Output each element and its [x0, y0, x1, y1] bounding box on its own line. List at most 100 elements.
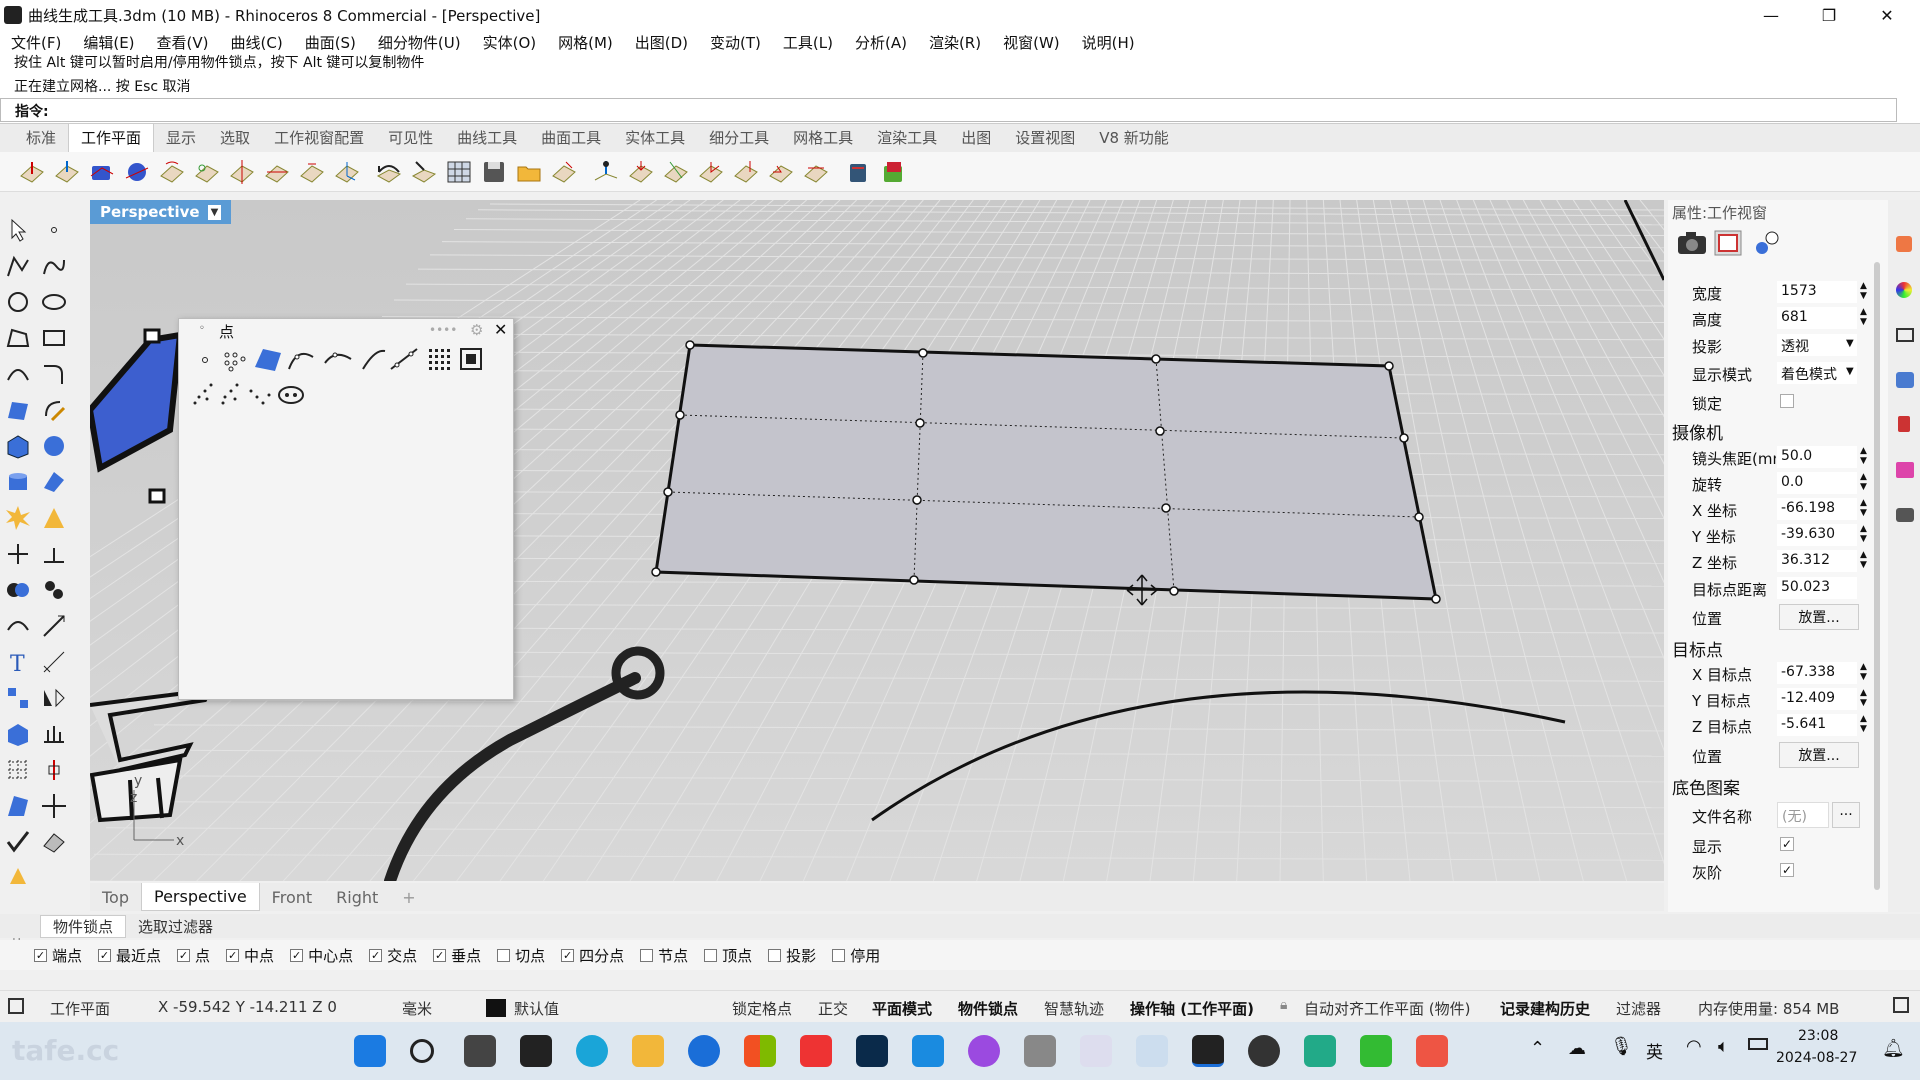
- sweep-icon[interactable]: [40, 828, 68, 856]
- undo-cplane-icon[interactable]: [375, 158, 403, 186]
- cplane-view-icon[interactable]: [298, 158, 326, 186]
- clock-date[interactable]: 2024-08-27: [1776, 1050, 1857, 1066]
- prop-rotate-field[interactable]: 0.0: [1777, 472, 1857, 494]
- clock-time[interactable]: 23:08: [1798, 1028, 1838, 1044]
- tab-v8-new[interactable]: V8 新功能: [1087, 127, 1181, 152]
- cplane-camera-icon[interactable]: [592, 158, 620, 186]
- wifi-icon[interactable]: ◠: [1686, 1036, 1702, 1057]
- osnap-11[interactable]: 投影: [768, 945, 816, 966]
- blender-icon[interactable]: [1248, 1035, 1280, 1067]
- osnap-checkbox[interactable]: [768, 948, 782, 962]
- search-icon[interactable]: [410, 1039, 434, 1063]
- tab-render-tools[interactable]: 渲染工具: [865, 127, 949, 152]
- menu-viewport[interactable]: 视窗(W): [992, 32, 1071, 53]
- cplane-zaxis-icon[interactable]: [263, 158, 291, 186]
- named-cplanes-icon[interactable]: [844, 158, 872, 186]
- prop-camera-x-field[interactable]: -66.198: [1777, 498, 1857, 520]
- browse-file-button[interactable]: ...: [1832, 802, 1860, 828]
- properties-scrollbar[interactable]: [1874, 262, 1880, 890]
- panel-grip-icon[interactable]: ••••: [429, 323, 457, 337]
- lens-spinner-icon[interactable]: ▲ ▼: [1860, 446, 1867, 466]
- arc-icon[interactable]: [4, 360, 32, 388]
- photoshop-icon[interactable]: [856, 1035, 888, 1067]
- textures-panel-icon[interactable]: [1896, 462, 1914, 478]
- transform-icon[interactable]: [40, 792, 68, 820]
- sphere-icon[interactable]: [40, 432, 68, 460]
- prop-target-distance-field[interactable]: 50.023: [1777, 577, 1857, 599]
- add-viewport-tab-icon[interactable]: +: [390, 888, 427, 907]
- viewport-tab-right[interactable]: Right: [324, 888, 390, 907]
- prop-filename-field[interactable]: (无): [1777, 802, 1829, 828]
- prop-projection-select[interactable]: 透视: [1777, 334, 1857, 356]
- menu-transform[interactable]: 变动(T): [699, 32, 772, 53]
- menu-subd[interactable]: 细分物件(U): [367, 32, 472, 53]
- cloud-sync-icon[interactable]: ☁: [1568, 1038, 1586, 1059]
- prop-lock-checkbox[interactable]: [1780, 394, 1794, 408]
- cplane-top-icon[interactable]: [627, 158, 655, 186]
- target-z-spinner-icon[interactable]: ▲ ▼: [1860, 714, 1867, 734]
- closest-point-icon[interactable]: [362, 349, 386, 370]
- curve-points-icon[interactable]: [324, 352, 352, 364]
- osnap-checkbox[interactable]: [704, 948, 718, 962]
- battery-icon[interactable]: [1748, 1038, 1768, 1050]
- tab-visibility[interactable]: 可见性: [376, 127, 445, 152]
- tab-object-snap[interactable]: 物件锁点: [40, 914, 127, 938]
- menu-curve[interactable]: 曲线(C): [220, 32, 294, 53]
- status-layer[interactable]: 默认值: [514, 998, 559, 1019]
- camera-place-button[interactable]: 放置...: [1779, 604, 1859, 630]
- select-arrow-icon[interactable]: [4, 216, 32, 244]
- osnap-checkbox[interactable]: ✓: [561, 948, 575, 962]
- osnap-checkbox[interactable]: ✓: [433, 948, 447, 962]
- explode-icon[interactable]: [4, 504, 32, 532]
- osnap-1[interactable]: ✓ 最近点: [98, 945, 161, 966]
- sail-app-icon[interactable]: [1024, 1035, 1056, 1067]
- osnap-9[interactable]: 节点: [640, 945, 688, 966]
- panel-toggle-icon[interactable]: [8, 998, 24, 1014]
- display-chevron-icon[interactable]: ▼: [1846, 366, 1854, 377]
- drape-points-icon[interactable]: [193, 383, 213, 405]
- osnap-checkbox[interactable]: ✓: [177, 948, 191, 962]
- rotate-icon[interactable]: [4, 612, 32, 640]
- lights-panel-icon[interactable]: [1898, 416, 1910, 432]
- rotate-spinner-icon[interactable]: ▲ ▼: [1860, 472, 1867, 492]
- point-grid-icon[interactable]: [4, 756, 32, 784]
- status-ortho[interactable]: 正交: [818, 998, 848, 1019]
- xmind-icon[interactable]: [800, 1035, 832, 1067]
- status-history[interactable]: 记录建构历史: [1500, 998, 1590, 1019]
- status-cplane[interactable]: 工作平面: [50, 998, 110, 1019]
- osnap-checkbox[interactable]: ✓: [226, 948, 240, 962]
- panel-close-icon[interactable]: ✕: [494, 320, 507, 339]
- osnap-8[interactable]: ✓ 四分点: [561, 945, 624, 966]
- viewport-properties-icon[interactable]: [1714, 230, 1742, 256]
- browser-c-icon[interactable]: [688, 1035, 720, 1067]
- osnap-10[interactable]: 顶点: [704, 945, 752, 966]
- analyze-icon[interactable]: [4, 792, 32, 820]
- camera-y-spinner-icon[interactable]: ▲ ▼: [1860, 524, 1867, 544]
- rhino-active-icon[interactable]: [1192, 1035, 1224, 1067]
- mirror-icon[interactable]: [40, 684, 68, 712]
- prop-gray-checkbox[interactable]: ✓: [1780, 863, 1794, 877]
- start-button-icon[interactable]: [354, 1035, 386, 1067]
- block-icon[interactable]: [4, 720, 32, 748]
- cylinder-icon[interactable]: [4, 468, 32, 496]
- status-planar[interactable]: 平面模式: [872, 998, 932, 1019]
- tab-select[interactable]: 选取: [208, 127, 262, 152]
- tab-drafting[interactable]: 出图: [949, 127, 1003, 152]
- notifications-bell-icon[interactable]: 🔔︎: [1882, 1038, 1905, 1059]
- tab-selection-filter[interactable]: 选取过滤器: [126, 916, 225, 937]
- osnap-5[interactable]: ✓ 交点: [369, 945, 417, 966]
- cplane-right-icon[interactable]: [697, 158, 725, 186]
- menu-solid[interactable]: 实体(O): [472, 32, 548, 53]
- point-deviation-icon[interactable]: [278, 386, 304, 404]
- recording-app-icon[interactable]: [1416, 1035, 1448, 1067]
- ellipse-icon[interactable]: [40, 288, 68, 316]
- panel-settings-gear-icon[interactable]: ⚙: [470, 321, 483, 339]
- reduce-points-icon[interactable]: [249, 389, 271, 405]
- render-settings-icon[interactable]: [1754, 230, 1782, 256]
- status-gumball[interactable]: 操作轴 (工作平面): [1130, 998, 1254, 1019]
- menu-render[interactable]: 渲染(R): [918, 32, 992, 53]
- cplane-world-icon[interactable]: [333, 158, 361, 186]
- viewport-tab-front[interactable]: Front: [260, 888, 324, 907]
- text-icon[interactable]: T: [4, 648, 32, 676]
- tab-solid-tools[interactable]: 实体工具: [613, 127, 697, 152]
